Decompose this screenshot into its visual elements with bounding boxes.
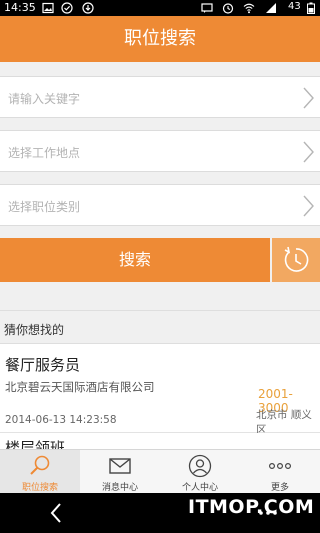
signal-icon	[266, 3, 276, 13]
category-select[interactable]: 选择职位类别	[0, 184, 320, 226]
job-list-item[interactable]: 餐厅服务员 北京碧云天国际酒店有限公司 2001-3000 2014-06-13…	[0, 345, 320, 436]
recommend-header: 猜你想找的	[0, 310, 320, 344]
message-icon	[201, 3, 213, 13]
job-date: 2014-06-13 14:23:58	[5, 414, 117, 426]
tab-job-search[interactable]: 职位搜索	[0, 450, 80, 494]
bottom-tab-bar: 职位搜索 消息中心 个人中心 更多	[0, 449, 320, 494]
mail-icon	[109, 458, 131, 474]
tab-label: 消息中心	[101, 483, 138, 493]
more-dots-icon	[268, 463, 292, 470]
search-icon	[30, 455, 50, 475]
location-placeholder: 选择工作地点	[8, 146, 81, 160]
watermark: ITMOP.COM	[188, 496, 315, 518]
wifi-icon	[243, 3, 255, 14]
alarm-icon	[222, 3, 234, 14]
download-icon	[82, 2, 94, 14]
chevron-right-icon	[303, 195, 314, 217]
tab-label: 个人中心	[181, 483, 218, 493]
job-company: 北京碧云天国际酒店有限公司	[5, 380, 155, 394]
title-bar: 职位搜索	[0, 16, 320, 62]
tab-message-center[interactable]: 消息中心	[80, 450, 160, 494]
location-select[interactable]: 选择工作地点	[0, 130, 320, 172]
battery-level: 43	[288, 1, 301, 12]
section-title: 猜你想找的	[4, 323, 65, 337]
battery-icon	[307, 2, 315, 14]
tab-personal-center[interactable]: 个人中心	[160, 450, 240, 494]
page-title: 职位搜索	[124, 28, 196, 49]
category-placeholder: 选择职位类别	[8, 200, 81, 214]
tab-more[interactable]: 更多	[240, 450, 320, 494]
status-bar: 14:35 43	[0, 0, 320, 16]
history-icon	[284, 246, 309, 272]
tab-label: 更多	[270, 483, 289, 493]
check-circle-icon	[61, 2, 73, 14]
image-notification-icon	[42, 2, 54, 14]
keyword-input[interactable]: 请输入关键字	[0, 76, 320, 118]
search-button[interactable]: 搜索	[0, 238, 270, 282]
history-button[interactable]	[272, 238, 320, 282]
job-title: 餐厅服务员	[5, 356, 81, 374]
person-icon	[188, 454, 212, 478]
status-time: 14:35	[4, 1, 36, 14]
back-icon[interactable]	[48, 502, 64, 524]
chevron-right-icon	[303, 141, 314, 163]
tab-label: 职位搜索	[21, 483, 58, 493]
keyword-placeholder: 请输入关键字	[8, 92, 81, 106]
chevron-right-icon	[303, 87, 314, 109]
